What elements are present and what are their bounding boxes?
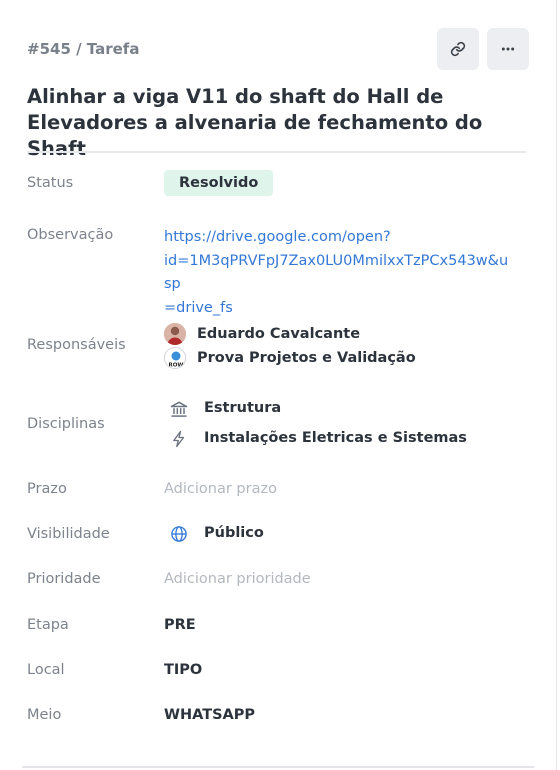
disciplinas-label: Disciplinas	[27, 416, 105, 432]
lightning-bolt-icon	[168, 428, 190, 450]
responsavel-item[interactable]: Eduardo Cavalcante	[164, 323, 360, 345]
avatar	[164, 323, 186, 345]
prazo-label: Prazo	[27, 481, 67, 497]
local-value[interactable]: TIPO	[164, 662, 202, 678]
observacao-label: Observação	[27, 227, 114, 243]
responsavel-name: Prova Projetos e Validação	[197, 350, 416, 366]
responsavel-name: Eduardo Cavalcante	[197, 326, 361, 342]
copy-link-button[interactable]	[437, 28, 479, 70]
more-horizontal-icon	[501, 47, 515, 51]
header-divider	[27, 151, 526, 153]
prioridade-label: Prioridade	[27, 571, 101, 587]
responsaveis-label: Responsáveis	[27, 337, 126, 353]
etapa-label: Etapa	[27, 617, 69, 633]
status-label: Status	[27, 175, 74, 191]
status-badge[interactable]: Resolvido	[164, 170, 274, 196]
building-columns-icon	[168, 398, 190, 420]
visibilidade-value[interactable]: Público	[204, 525, 264, 541]
observacao-link[interactable]: https://drive.google.com/open? id=1M3qPR…	[164, 226, 514, 320]
add-prioridade-button[interactable]: Adicionar prioridade	[164, 571, 311, 587]
meio-value[interactable]: WHATSAPP	[164, 707, 255, 723]
observacao-link-line: id=1M3qPRVFpJ7Zax0LU0MmilxxTzPCx543w&usp	[164, 252, 509, 293]
globe-icon	[168, 523, 190, 545]
meio-label: Meio	[27, 707, 62, 723]
disciplina-item[interactable]: Estrutura	[204, 400, 281, 416]
responsavel-item[interactable]: ROW Prova Projetos e Validação	[164, 347, 416, 369]
task-id-label: #545 / Tarefa	[27, 40, 140, 58]
panel-bottom-border	[22, 766, 534, 768]
observacao-link-line: =drive_fs	[164, 299, 233, 316]
svg-text:ROW: ROW	[169, 363, 184, 369]
disciplina-item[interactable]: Instalações Eletricas e Sistemas	[204, 430, 467, 446]
visibilidade-label: Visibilidade	[27, 526, 110, 542]
observacao-link-line: https://drive.google.com/open?	[164, 229, 391, 245]
link-icon	[450, 41, 466, 57]
local-label: Local	[27, 662, 65, 678]
add-prazo-button[interactable]: Adicionar prazo	[164, 481, 277, 497]
task-detail-panel: #545 / Tarefa Alinhar a viga V11 do shaf…	[0, 0, 557, 770]
more-options-button[interactable]	[487, 28, 529, 70]
avatar: ROW	[164, 347, 186, 369]
etapa-value[interactable]: PRE	[164, 617, 196, 633]
